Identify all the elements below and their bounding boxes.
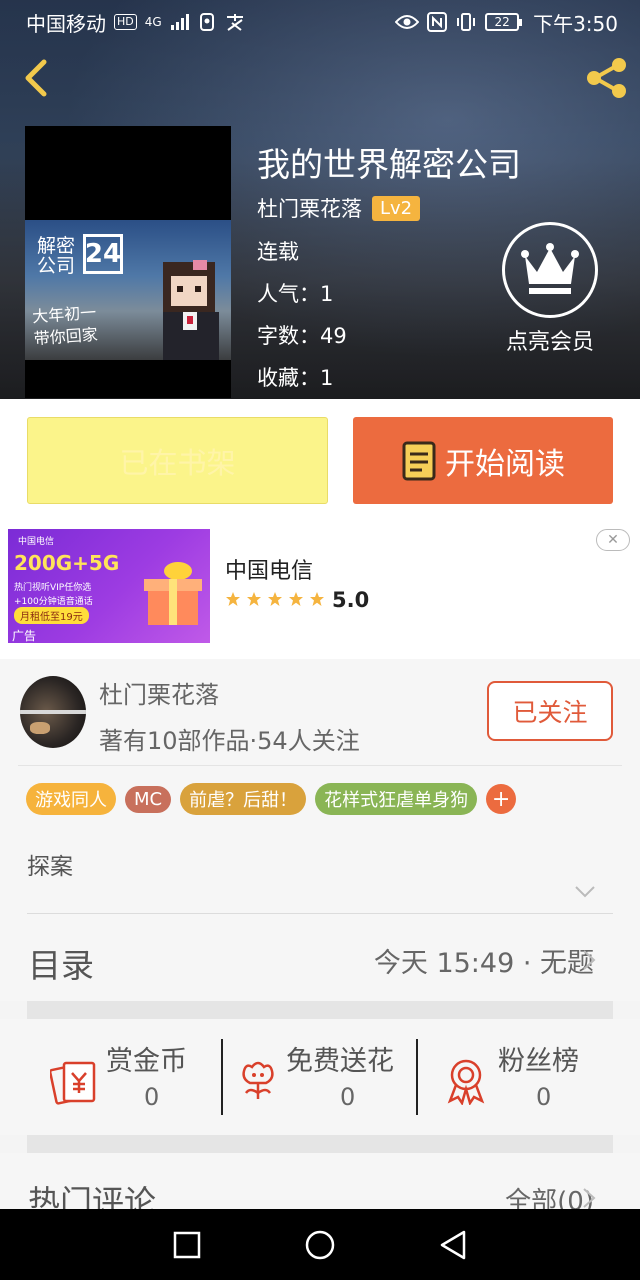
square-icon: [173, 1231, 200, 1258]
book-author-name[interactable]: 杜门栗花落: [257, 193, 362, 223]
ad-image-brand: 中国电信: [18, 537, 55, 547]
circle-icon: [305, 1230, 335, 1259]
gift-row: 赏金币 0 免费送花 0 粉丝榜 0: [0, 1019, 640, 1135]
follow-button[interactable]: 已关注: [487, 681, 613, 741]
send-flower-count: 0: [340, 1083, 356, 1111]
star-icon: [226, 592, 240, 606]
cover-number: 24: [83, 234, 123, 274]
star-icon: [310, 592, 324, 606]
cover-slogan: 大年初一 带你回家: [31, 302, 99, 349]
recent-apps-button[interactable]: [167, 1225, 207, 1265]
battery-icon: 22: [485, 13, 523, 31]
tag-chip[interactable]: 前虐？后甜！: [180, 783, 307, 815]
reward-coins-count: 0: [144, 1083, 160, 1111]
carrier-name: 中国移动: [26, 11, 106, 36]
all-comments-link[interactable]: 全部(0): [505, 1181, 594, 1209]
favorites-count: 收藏：1: [257, 366, 334, 390]
tag-list: 游戏同人 MC 前虐？后甜！ 花样式狂虐单身狗 +: [26, 783, 517, 815]
book-icon: [402, 441, 436, 480]
send-flower-button[interactable]: 免费送花 0: [234, 1039, 414, 1119]
ad-rating-stars: [225, 591, 325, 607]
ad-title[interactable]: 中国电信: [225, 553, 313, 585]
system-navigation-bar: [0, 1209, 640, 1280]
action-bar: 已在书架 开始阅读: [0, 399, 640, 521]
star-icon: [247, 592, 261, 606]
start-reading-button[interactable]: 开始阅读: [353, 417, 613, 504]
fan-ranking-label: 粉丝榜: [498, 1046, 579, 1077]
tag-chip[interactable]: 花样式狂虐单身狗: [315, 783, 478, 815]
fan-ranking-count: 0: [536, 1083, 552, 1111]
status-bar: 中国移动 HD 4G 22 下午3:50: [0, 0, 640, 44]
toc-label: 目录: [28, 946, 94, 985]
back-arrow-icon[interactable]: [18, 56, 52, 100]
vip-label: 点亮会员: [505, 330, 594, 355]
divider: [416, 1039, 418, 1115]
divider: [221, 1039, 223, 1115]
star-icon: [268, 592, 282, 606]
back-button[interactable]: [433, 1225, 473, 1265]
app-notification-icon: [199, 13, 214, 31]
book-author-row[interactable]: 杜门栗花落 Lv2: [257, 193, 421, 223]
ad-image-subtext: 热门视听VIP任你选 +100分钟语音通话: [14, 583, 93, 607]
author-level-badge: Lv2: [372, 195, 421, 221]
ad-rating-score: 5.0: [332, 588, 370, 612]
divider: [27, 913, 613, 914]
clock: 下午3:50: [533, 11, 618, 36]
send-flower-label: 免费送花: [286, 1046, 394, 1077]
vibrate-icon: [457, 13, 476, 31]
ad-image-headline: 200G+5G: [14, 551, 120, 575]
signal-icon: [170, 14, 189, 30]
pay-app-icon: [226, 14, 243, 31]
triangle-back-icon: [441, 1230, 466, 1259]
ribbon-medal-icon: [447, 1059, 485, 1105]
gift-box-icon: [144, 562, 202, 625]
hot-comments-header: 热门评论 全部(0): [0, 1153, 640, 1209]
popularity-count: 人气：1: [257, 282, 334, 306]
section-divider: [27, 1135, 613, 1153]
section-divider: [27, 1001, 613, 1019]
fan-ranking-button[interactable]: 粉丝榜 0: [442, 1039, 602, 1119]
nfc-icon: [427, 12, 448, 32]
author-section: 杜门栗花落 著有10部作品·54人关注 已关注 游戏同人 MC 前虐？后甜！ 花…: [0, 659, 640, 919]
divider: [18, 765, 622, 766]
flower-icon: [242, 1061, 274, 1099]
chevron-right-icon: [583, 950, 596, 970]
book-title: 我的世界解密公司: [257, 145, 521, 184]
share-icon[interactable]: [582, 54, 630, 102]
ad-banner[interactable]: 中国电信 200G+5G 热门视听VIP任你选 +100分钟语音通话 月租低至1…: [0, 521, 640, 659]
chevron-down-icon[interactable]: [574, 885, 596, 899]
hot-comments-title: 热门评论: [28, 1183, 157, 1209]
ad-image-price: 月租低至19元: [14, 607, 89, 624]
ad-label: 广告: [12, 629, 37, 643]
tag-chip[interactable]: 游戏同人: [26, 783, 116, 815]
author-avatar[interactable]: [20, 676, 86, 748]
word-count: 字数：49: [257, 324, 347, 348]
tag-chip[interactable]: MC: [125, 785, 172, 813]
hd-indicator: HD: [114, 14, 137, 30]
reward-coins-button[interactable]: 赏金币 0: [50, 1039, 210, 1119]
add-tag-button[interactable]: +: [486, 784, 517, 814]
home-button[interactable]: [300, 1225, 340, 1265]
money-envelope-icon: [50, 1061, 96, 1105]
latest-chapter[interactable]: 今天 15:49 · 无题: [374, 941, 594, 980]
cover-character-figure: [163, 260, 219, 360]
author-stats: 著有10部作品·54人关注: [99, 727, 360, 755]
serial-status: 连载: [257, 240, 299, 264]
cover-logo-text: 解密 公司: [37, 235, 76, 277]
book-cover[interactable]: 解密 公司 24 大年初一 带你回家: [25, 126, 231, 398]
vip-button[interactable]: 点亮会员: [500, 222, 600, 356]
star-icon: [289, 592, 303, 606]
author-name[interactable]: 杜门栗花落: [99, 675, 219, 710]
start-reading-label: 开始阅读: [445, 446, 565, 482]
eye-icon: [395, 15, 420, 29]
table-of-contents-row[interactable]: 目录 今天 15:49 · 无题: [0, 919, 640, 1001]
book-intro: 探案: [27, 854, 73, 880]
bookshelf-button[interactable]: 已在书架: [27, 417, 328, 504]
ad-close-button[interactable]: ✕: [596, 529, 630, 551]
ad-image[interactable]: 中国电信 200G+5G 热门视听VIP任你选 +100分钟语音通话 月租低至1…: [8, 529, 210, 643]
chevron-right-icon: [583, 1188, 596, 1208]
crown-icon: [502, 222, 598, 318]
reward-coins-label: 赏金币: [106, 1046, 187, 1077]
network-type: 4G: [144, 15, 162, 29]
